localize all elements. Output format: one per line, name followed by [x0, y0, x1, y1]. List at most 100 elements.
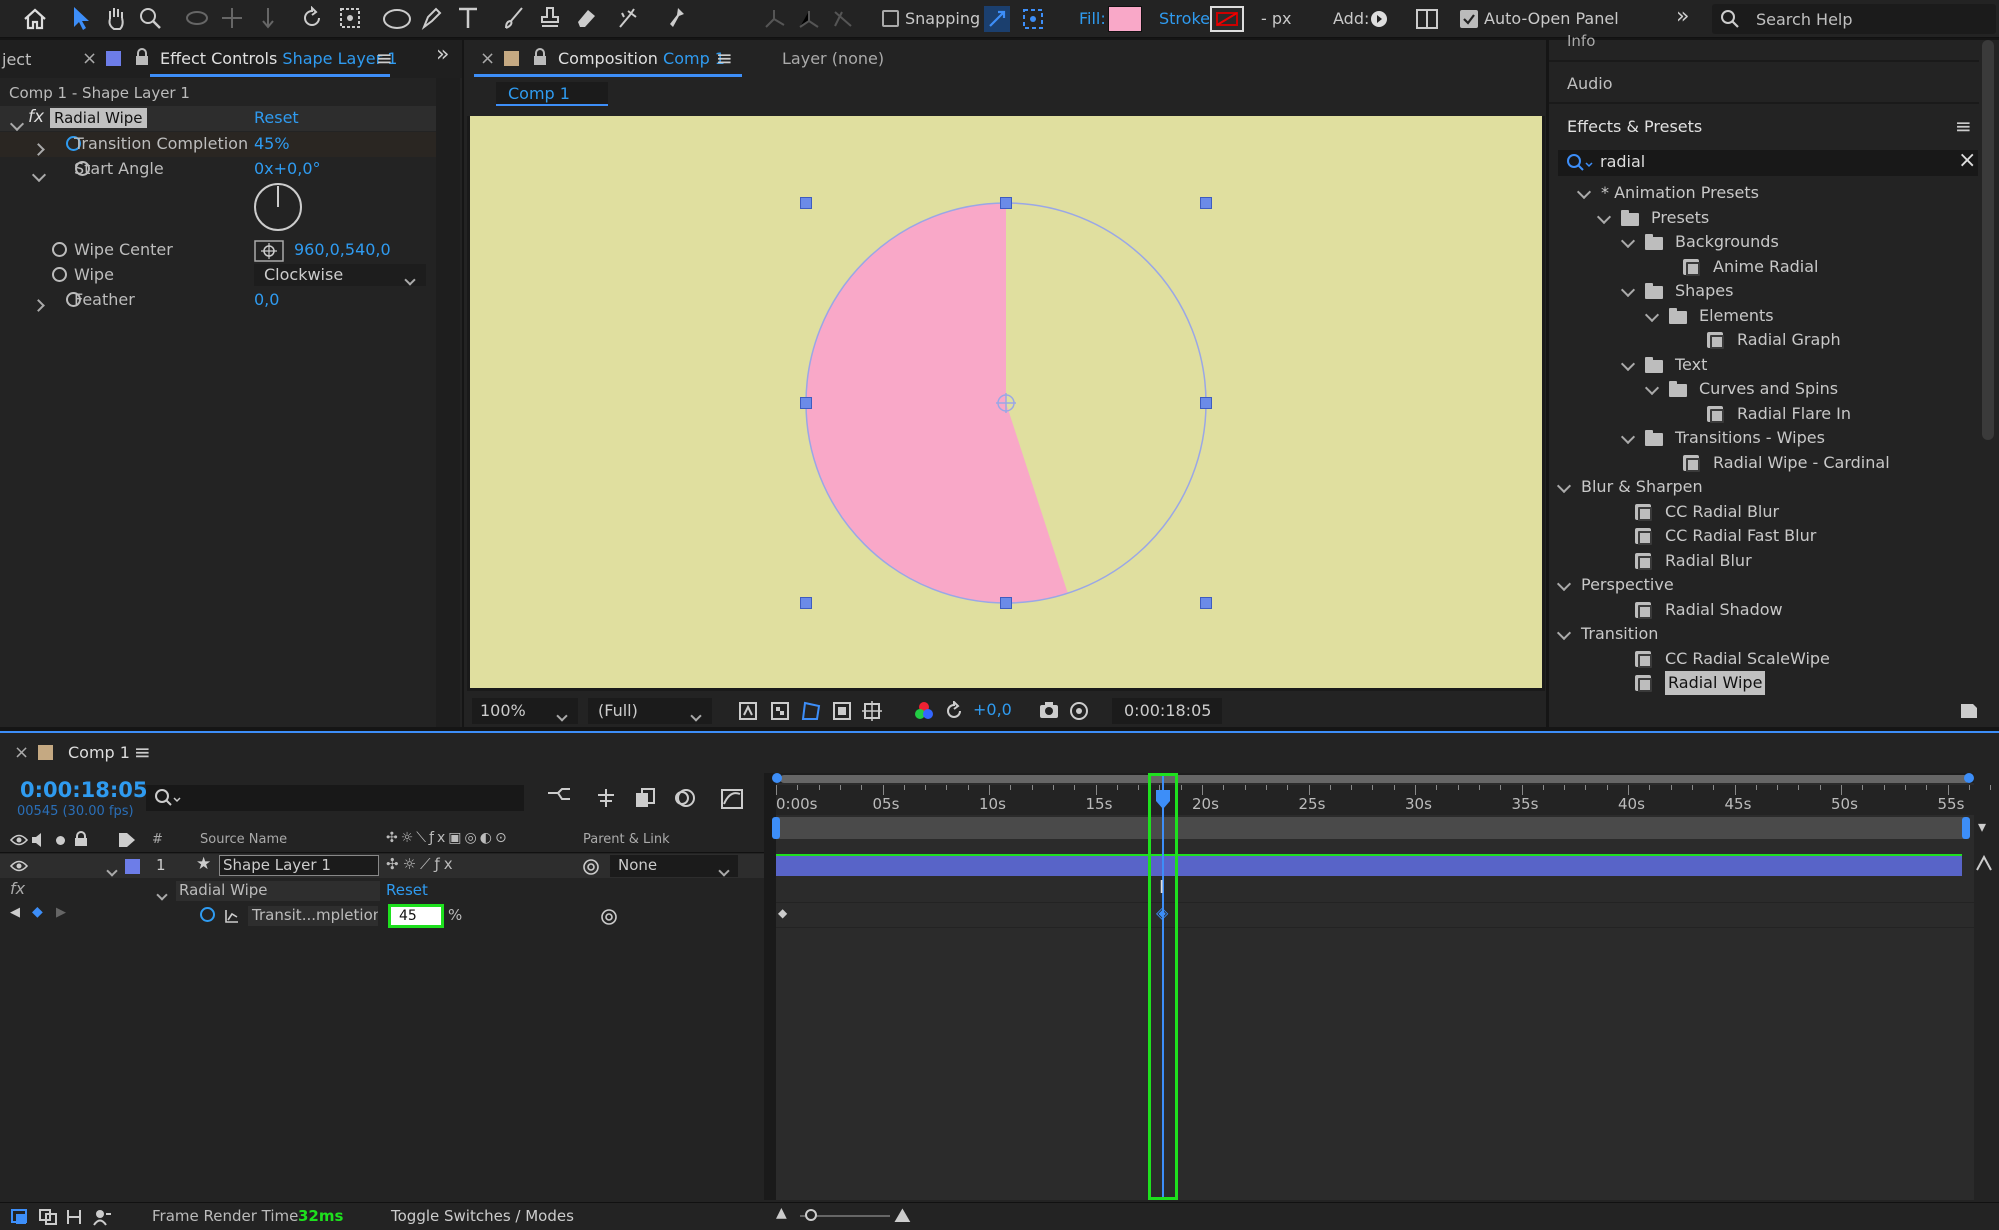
- chevron-down-icon[interactable]: [1644, 380, 1660, 396]
- zoom-in-icon[interactable]: ⛰: [894, 1203, 911, 1227]
- chevron-down-icon[interactable]: [156, 889, 168, 901]
- stroke-swatch[interactable]: [1210, 6, 1244, 32]
- panel-menu-icon[interactable]: ≡: [134, 740, 151, 764]
- panel-menu-icon[interactable]: ≡: [1955, 114, 1972, 138]
- stopwatch-icon[interactable]: [200, 907, 215, 922]
- time-ruler[interactable]: 0:00s 05s 10s 15s 20s 25s 30s 35s 40s 45s 50s 55s: [776, 785, 1992, 815]
- work-area-end[interactable]: [1962, 817, 1970, 839]
- render-lock-icon[interactable]: [1974, 853, 1994, 873]
- timeline-search-box[interactable]: [146, 785, 524, 811]
- eye-icon[interactable]: [10, 859, 28, 873]
- next-keyframe-icon[interactable]: ▶: [56, 905, 66, 920]
- bbox-handle[interactable]: [1200, 197, 1212, 209]
- timeline-prop-name[interactable]: Transit...mpletion: [248, 906, 378, 926]
- chevron-down-icon[interactable]: [1556, 576, 1572, 592]
- tree-effect-item[interactable]: Radial Wipe: [1549, 671, 1979, 695]
- layer-switches[interactable]: ✣☼⟋ƒx: [386, 855, 457, 873]
- angle-dial[interactable]: [252, 181, 304, 233]
- stroke-label[interactable]: Stroke:: [1159, 9, 1215, 28]
- reset-exposure-icon[interactable]: [944, 701, 964, 721]
- tree-folder-item[interactable]: Perspective: [1549, 573, 1979, 597]
- audio-icon[interactable]: [30, 832, 48, 848]
- keyframe-start[interactable]: ◆: [778, 906, 787, 920]
- panel-overflow-icon[interactable]: »: [436, 42, 449, 67]
- zoom-tool-icon[interactable]: [138, 6, 162, 30]
- eraser-tool-icon[interactable]: [574, 5, 598, 31]
- timeline-effect-reset[interactable]: Reset: [386, 881, 428, 899]
- fx-icon[interactable]: fx: [28, 107, 44, 127]
- comp-marker-icon[interactable]: ▾: [1978, 817, 1986, 836]
- lock-icon[interactable]: [74, 831, 88, 847]
- time-navigator[interactable]: [772, 773, 1974, 783]
- puppet-tool-icon[interactable]: [664, 5, 688, 31]
- solo-icon[interactable]: [56, 836, 65, 845]
- clear-search-icon[interactable]: ×: [1958, 148, 1976, 173]
- navigator-start-handle[interactable]: [772, 773, 782, 783]
- bbox-handle[interactable]: [800, 197, 812, 209]
- effects-presets-title[interactable]: Effects & Presets: [1567, 117, 1702, 136]
- axis-view-icon[interactable]: [830, 7, 856, 31]
- comp-breadcrumb[interactable]: Comp 1: [496, 82, 608, 106]
- info-panel-tab[interactable]: Info: [1567, 32, 1595, 50]
- col-parent-link[interactable]: Parent & Link: [583, 832, 670, 847]
- new-bin-icon[interactable]: [1959, 700, 1979, 720]
- in-out-icon[interactable]: [64, 1208, 84, 1226]
- layer-tab[interactable]: Layer (none): [782, 49, 884, 68]
- mask-visibility-icon[interactable]: [800, 700, 822, 722]
- tree-folder-item[interactable]: Curves and Spins: [1549, 377, 1979, 401]
- clone-stamp-icon[interactable]: [538, 5, 562, 31]
- bbox-handle[interactable]: [1000, 597, 1012, 609]
- tree-effect-item[interactable]: Radial Blur: [1549, 549, 1979, 573]
- snapping-checkbox[interactable]: [882, 10, 899, 27]
- label-tag-icon[interactable]: [118, 832, 136, 848]
- tree-effect-item[interactable]: Radial Wipe - Cardinal: [1549, 451, 1979, 475]
- pen-tool-icon[interactable]: [420, 5, 444, 31]
- lock-icon[interactable]: [134, 48, 150, 66]
- layer-label-color[interactable]: [125, 859, 140, 874]
- chevron-down-icon[interactable]: [1620, 233, 1636, 249]
- axis-world-icon[interactable]: [796, 7, 822, 31]
- prop-value[interactable]: 45%: [254, 134, 290, 153]
- zoom-slider-knob[interactable]: [805, 1209, 817, 1221]
- eye-icon[interactable]: [10, 833, 28, 847]
- panel-menu-icon[interactable]: ≡: [716, 46, 733, 70]
- prop-value[interactable]: 960,0,540,0: [294, 240, 391, 259]
- roto-brush-icon[interactable]: [616, 5, 642, 31]
- tree-effect-item[interactable]: Radial Graph: [1549, 328, 1979, 352]
- work-area-start[interactable]: [772, 817, 780, 839]
- panel-tool-icon[interactable]: [1415, 7, 1439, 31]
- brush-tool-icon[interactable]: [502, 5, 526, 31]
- frame-blending-icon[interactable]: [634, 787, 656, 809]
- rotate-tool-icon[interactable]: [300, 6, 324, 30]
- orbit-tool-icon[interactable]: [184, 6, 210, 30]
- prop-value[interactable]: 0x+0,0°: [254, 159, 321, 178]
- add-label[interactable]: Add:: [1333, 9, 1369, 28]
- render-time-icon[interactable]: [92, 1208, 112, 1226]
- chevron-right-icon[interactable]: [32, 299, 45, 312]
- left-panel-scroll-track[interactable]: [436, 78, 460, 727]
- resolution-select[interactable]: (Full): [588, 698, 712, 724]
- shy-layers-icon[interactable]: [594, 787, 618, 809]
- close-tab-icon[interactable]: ×: [480, 48, 495, 69]
- tree-folder-item[interactable]: * Animation Presets: [1549, 181, 1979, 205]
- tree-effect-item[interactable]: CC Radial Fast Blur: [1549, 524, 1979, 548]
- layer-name[interactable]: Shape Layer 1: [219, 855, 379, 876]
- effects-search-input[interactable]: radial: [1600, 152, 1645, 171]
- text-tool-icon[interactable]: [456, 5, 480, 31]
- chevron-down-icon[interactable]: [1620, 282, 1636, 298]
- prop-value-input[interactable]: 45: [388, 904, 444, 928]
- comp-viewer[interactable]: [467, 116, 1545, 691]
- chevron-down-icon[interactable]: [9, 116, 25, 132]
- chevron-down-icon[interactable]: [1620, 429, 1636, 445]
- timeline-timecode[interactable]: 0:00:18:05: [20, 778, 147, 802]
- stopwatch-icon[interactable]: [52, 242, 67, 257]
- zoom-out-icon[interactable]: ▲: [776, 1205, 787, 1221]
- region-of-interest-icon[interactable]: [832, 701, 852, 721]
- graph-editor-icon[interactable]: [720, 786, 744, 810]
- chevron-down-icon[interactable]: [1596, 209, 1612, 224]
- parent-select[interactable]: None: [610, 855, 738, 877]
- work-area-bar[interactable]: [772, 817, 1970, 839]
- chevron-down-icon[interactable]: [1556, 625, 1572, 641]
- chevron-down-icon[interactable]: [31, 167, 47, 183]
- tree-effect-item[interactable]: Radial Shadow: [1549, 598, 1979, 622]
